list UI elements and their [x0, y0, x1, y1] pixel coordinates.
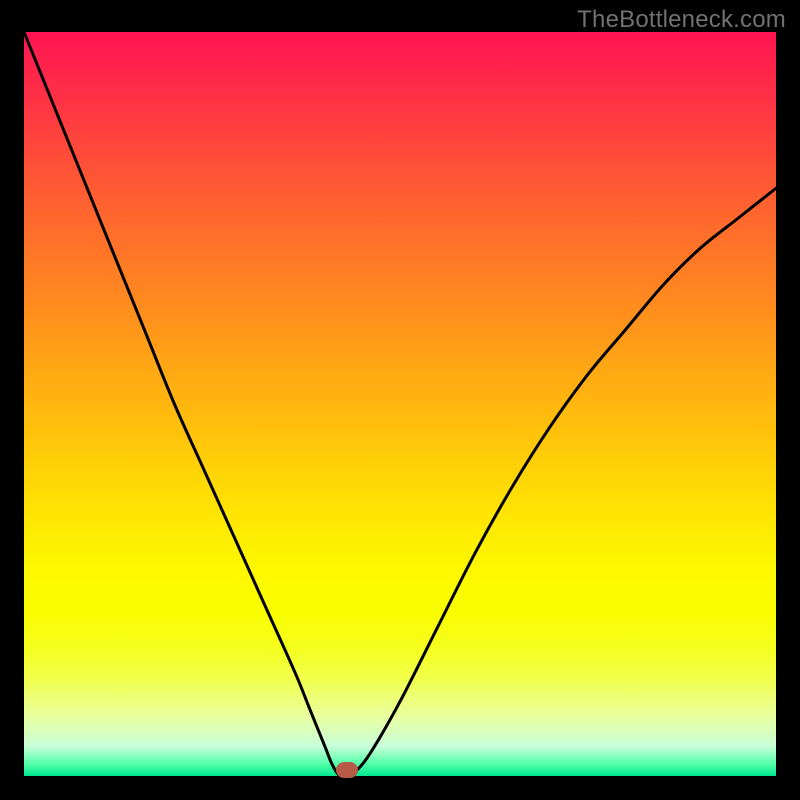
watermark-text: TheBottleneck.com [577, 6, 786, 34]
optimal-marker [336, 762, 358, 778]
plot-area [24, 32, 776, 776]
plot-inner [24, 32, 776, 776]
heat-gradient [24, 32, 776, 776]
chart-frame: TheBottleneck.com [0, 0, 800, 800]
